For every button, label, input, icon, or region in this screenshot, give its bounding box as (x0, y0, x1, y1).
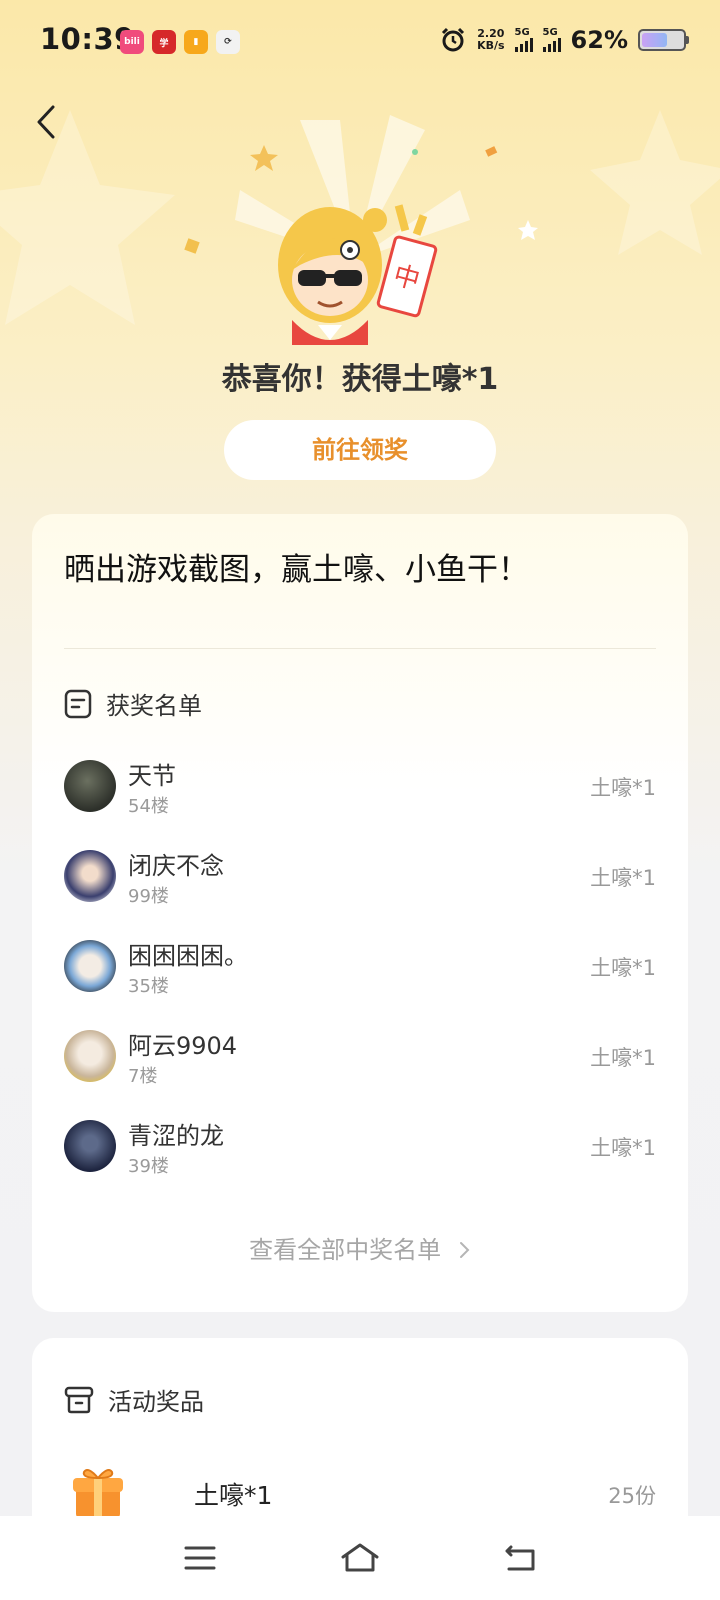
small-star-white (518, 220, 538, 240)
recent-apps-button[interactable] (176, 1538, 224, 1578)
prizes-card: 活动奖品 土嚎*1 25份 (32, 1338, 688, 1538)
hero-illustration: 中 (0, 110, 720, 345)
yellow-app-icon: ▮ (184, 30, 208, 54)
gift-icon (73, 1469, 123, 1518)
winner-prize: 土嚎*1 (590, 866, 656, 890)
sync-app-icon: ⟳ (216, 30, 240, 54)
avatar[interactable] (64, 760, 116, 812)
winner-row[interactable]: 青涩的龙 39楼 土嚎*1 (64, 1112, 656, 1184)
winner-prize: 土嚎*1 (590, 776, 656, 800)
winner-name: 困困困困。 (128, 942, 248, 970)
list-document-icon (64, 689, 92, 718)
avatar[interactable] (64, 1030, 116, 1082)
winners-heading-label: 获奖名单 (106, 692, 202, 720)
star-decoration-right (590, 110, 720, 255)
avatar[interactable] (64, 1120, 116, 1172)
divider (64, 648, 656, 649)
system-navigation-bar (0, 1516, 720, 1600)
winner-floor: 35楼 (128, 976, 169, 997)
winner-floor: 54楼 (128, 796, 169, 817)
status-indicators: 2.20 KB/s 5G 5G 62% (439, 26, 689, 54)
home-icon (341, 1543, 379, 1572)
battery-icon (638, 29, 689, 51)
claim-prize-button[interactable]: 前往领奖 (224, 420, 496, 480)
status-app-icons: bili 学 ▮ ⟳ (120, 30, 240, 54)
winners-heading: 获奖名单 (64, 686, 202, 721)
winner-name: 闭庆不念 (128, 852, 224, 880)
avatar[interactable] (64, 850, 116, 902)
signal-1: 5G (514, 27, 533, 52)
signal-2: 5G (542, 27, 561, 52)
status-bar: 10:39 bili 学 ▮ ⟳ 2.20 KB/s 5G 5G 62% (0, 0, 720, 84)
confetti (485, 146, 498, 157)
winner-prize: 土嚎*1 (590, 1046, 656, 1070)
chevron-right-icon (459, 1242, 470, 1258)
signal-2-bars-icon (542, 38, 561, 52)
back-nav-button[interactable] (496, 1538, 544, 1578)
network-speed-unit: KB/s (477, 39, 505, 52)
prizes-heading: 活动奖品 (64, 1382, 204, 1417)
prizes-heading-label: 活动奖品 (108, 1388, 204, 1416)
battery-percent: 62% (570, 26, 628, 54)
winner-name: 阿云9904 (128, 1032, 238, 1060)
back-arrow-icon (505, 1545, 535, 1571)
winner-row[interactable]: 阿云9904 7楼 土嚎*1 (64, 1022, 656, 1094)
winner-floor: 7楼 (128, 1066, 158, 1087)
view-all-label: 查看全部中奖名单 (249, 1236, 442, 1264)
network-speed: 2.20 KB/s (477, 28, 504, 52)
small-star (250, 145, 278, 171)
menu-icon (184, 1546, 216, 1570)
home-button[interactable] (336, 1538, 384, 1578)
view-all-winners-link[interactable]: 查看全部中奖名单 (32, 1230, 688, 1265)
winner-row[interactable]: 天节 54楼 土嚎*1 (64, 752, 656, 824)
prize-count: 25份 (608, 1484, 656, 1508)
chevron-left-icon (37, 105, 55, 139)
red-app-icon: 学 (152, 30, 176, 54)
back-button[interactable] (26, 100, 66, 144)
winner-name: 青涩的龙 (128, 1122, 224, 1150)
winner-row[interactable]: 困困困困。 35楼 土嚎*1 (64, 932, 656, 1004)
alarm-icon (442, 27, 465, 52)
signal-1-label: 5G (514, 27, 530, 38)
confetti (412, 149, 418, 155)
archive-box-icon (64, 1386, 94, 1413)
bilibili-app-icon: bili (120, 30, 144, 54)
winner-row[interactable]: 闭庆不念 99楼 土嚎*1 (64, 842, 656, 914)
congrats-title: 恭喜你！获得土嚎*1 (221, 362, 499, 397)
confetti (184, 238, 200, 254)
battery-fill (642, 33, 667, 47)
winners-card: 晒出游戏截图，赢土嚎、小鱼干！ 获奖名单 天节 54楼 土嚎*1 闭庆不念 99… (32, 514, 688, 1312)
winner-prize: 土嚎*1 (590, 956, 656, 980)
winner-floor: 39楼 (128, 1156, 169, 1177)
winner-floor: 99楼 (128, 886, 169, 907)
signal-1-bars-icon (514, 38, 533, 52)
winner-name: 天节 (128, 762, 176, 790)
signal-2-label: 5G (542, 27, 558, 38)
avatar[interactable] (64, 940, 116, 992)
prize-name: 土嚎*1 (194, 1481, 273, 1510)
activity-title: 晒出游戏截图，赢土嚎、小鱼干！ (64, 552, 529, 588)
winner-prize: 土嚎*1 (590, 1136, 656, 1160)
